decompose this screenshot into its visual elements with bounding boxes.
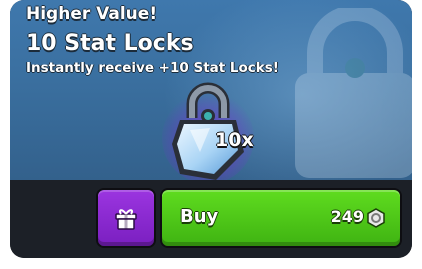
gift-icon: [115, 209, 137, 230]
item-quantity: 10x: [215, 129, 254, 151]
buy-label: Buy: [180, 206, 219, 227]
gift-button[interactable]: [96, 188, 156, 248]
buy-button[interactable]: Buy 249: [160, 188, 402, 248]
offer-card: Higher Value! 10 Stat Locks Instantly re…: [10, 0, 412, 258]
offer-description: Instantly receive +10 Stat Locks!: [26, 60, 279, 76]
offer-title: 10 Stat Locks: [26, 31, 194, 56]
price-value: 249: [330, 207, 364, 226]
lock-background-icon: [295, 8, 412, 178]
higher-value-label: Higher Value!: [26, 4, 158, 24]
coin-icon: [367, 208, 385, 228]
